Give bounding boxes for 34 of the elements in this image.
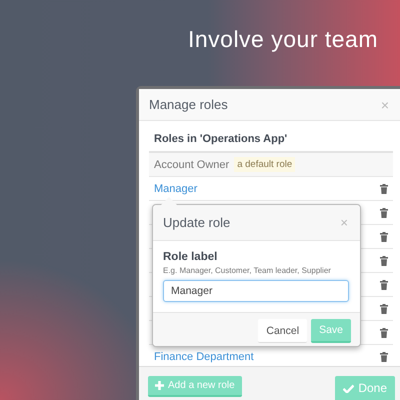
delete-button[interactable] [380, 280, 388, 290]
close-button[interactable]: × [340, 215, 348, 230]
delete-button[interactable] [380, 352, 388, 362]
field-label: Role label [163, 251, 218, 263]
headline: Involve your team [188, 26, 378, 53]
close-button[interactable]: × [380, 96, 389, 112]
role-link[interactable]: Finance Department [154, 350, 254, 362]
delete-button[interactable] [380, 208, 388, 218]
dialog-title: Manage roles [149, 97, 228, 112]
popover-title: Update role [163, 215, 230, 230]
role-label-field[interactable]: Manager [163, 280, 349, 302]
trash-icon [380, 328, 388, 338]
trash-icon [380, 208, 388, 218]
role-link[interactable]: Manager [154, 182, 198, 194]
delete-button[interactable] [380, 304, 388, 314]
trash-icon [380, 256, 388, 266]
delete-button[interactable] [380, 184, 388, 194]
default-role-badge: a default role [234, 157, 296, 172]
role-name: Account Owner [154, 158, 230, 170]
check-icon [343, 384, 354, 392]
trash-icon [380, 232, 388, 242]
field-hint: E.g. Manager, Customer, Team leader, Supplier [163, 266, 332, 275]
trash-icon [380, 304, 388, 314]
trash-icon [380, 352, 388, 362]
trash-icon [380, 280, 388, 290]
add-role-button[interactable]: Add a new role [148, 376, 242, 397]
done-button[interactable]: Done [335, 376, 395, 400]
delete-button[interactable] [380, 232, 388, 242]
plus-icon [155, 381, 164, 390]
delete-button[interactable] [380, 256, 388, 266]
trash-icon [380, 184, 388, 194]
save-button[interactable]: Save [311, 319, 351, 343]
cancel-button[interactable]: Cancel [258, 319, 308, 343]
delete-button[interactable] [380, 328, 388, 338]
